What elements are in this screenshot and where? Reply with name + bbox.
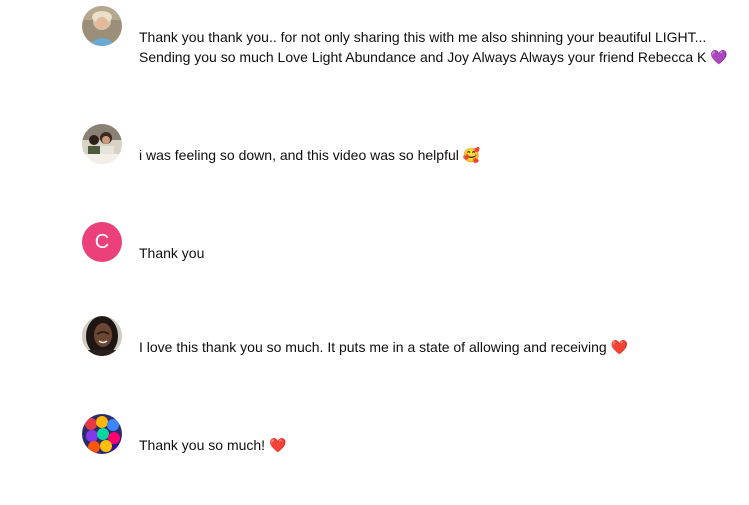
comment-item: Thank you thank you.. for not only shari… [82, 6, 749, 67]
comment-text-content: Thank you so much! [139, 437, 266, 453]
comment-text: Thank you thank you.. for not only shari… [139, 27, 728, 67]
comment-text-content: Sending you so much Love Light Abundance… [139, 49, 707, 65]
comment-text: I love this thank you so much. It puts m… [139, 337, 628, 357]
smiling-hearts-emoji: 🥰 [462, 147, 481, 163]
comment-text-content: Thank you [139, 245, 205, 261]
purple-heart-emoji: 💜 [710, 49, 728, 65]
comment-text: Thank you so much! ❤️ [139, 435, 286, 455]
author-avatar[interactable] [82, 316, 122, 356]
comment-item: I love this thank you so much. It puts m… [82, 316, 749, 357]
author-avatar[interactable]: C [82, 222, 122, 262]
author-avatar[interactable] [82, 414, 122, 454]
comment-text-content: i was feeling so down, and this video wa… [139, 147, 459, 163]
comment-text-line: Thank you thank you.. for not only shari… [139, 29, 707, 45]
author-avatar[interactable] [82, 124, 122, 164]
comment-item: C Thank you [82, 222, 749, 263]
red-heart-emoji: ❤️ [610, 339, 629, 355]
comment-item: i was feeling so down, and this video wa… [82, 124, 749, 165]
comment-text: i was feeling so down, and this video wa… [139, 145, 480, 165]
comment-text-line: Sending you so much Love Light Abundance… [139, 47, 728, 67]
comment-text: Thank you [139, 243, 204, 263]
red-heart-emoji: ❤️ [268, 437, 287, 453]
author-avatar[interactable] [82, 6, 122, 46]
comment-item: Thank you so much! ❤️ [82, 414, 749, 455]
comment-text-content: I love this thank you so much. It puts m… [139, 339, 607, 355]
